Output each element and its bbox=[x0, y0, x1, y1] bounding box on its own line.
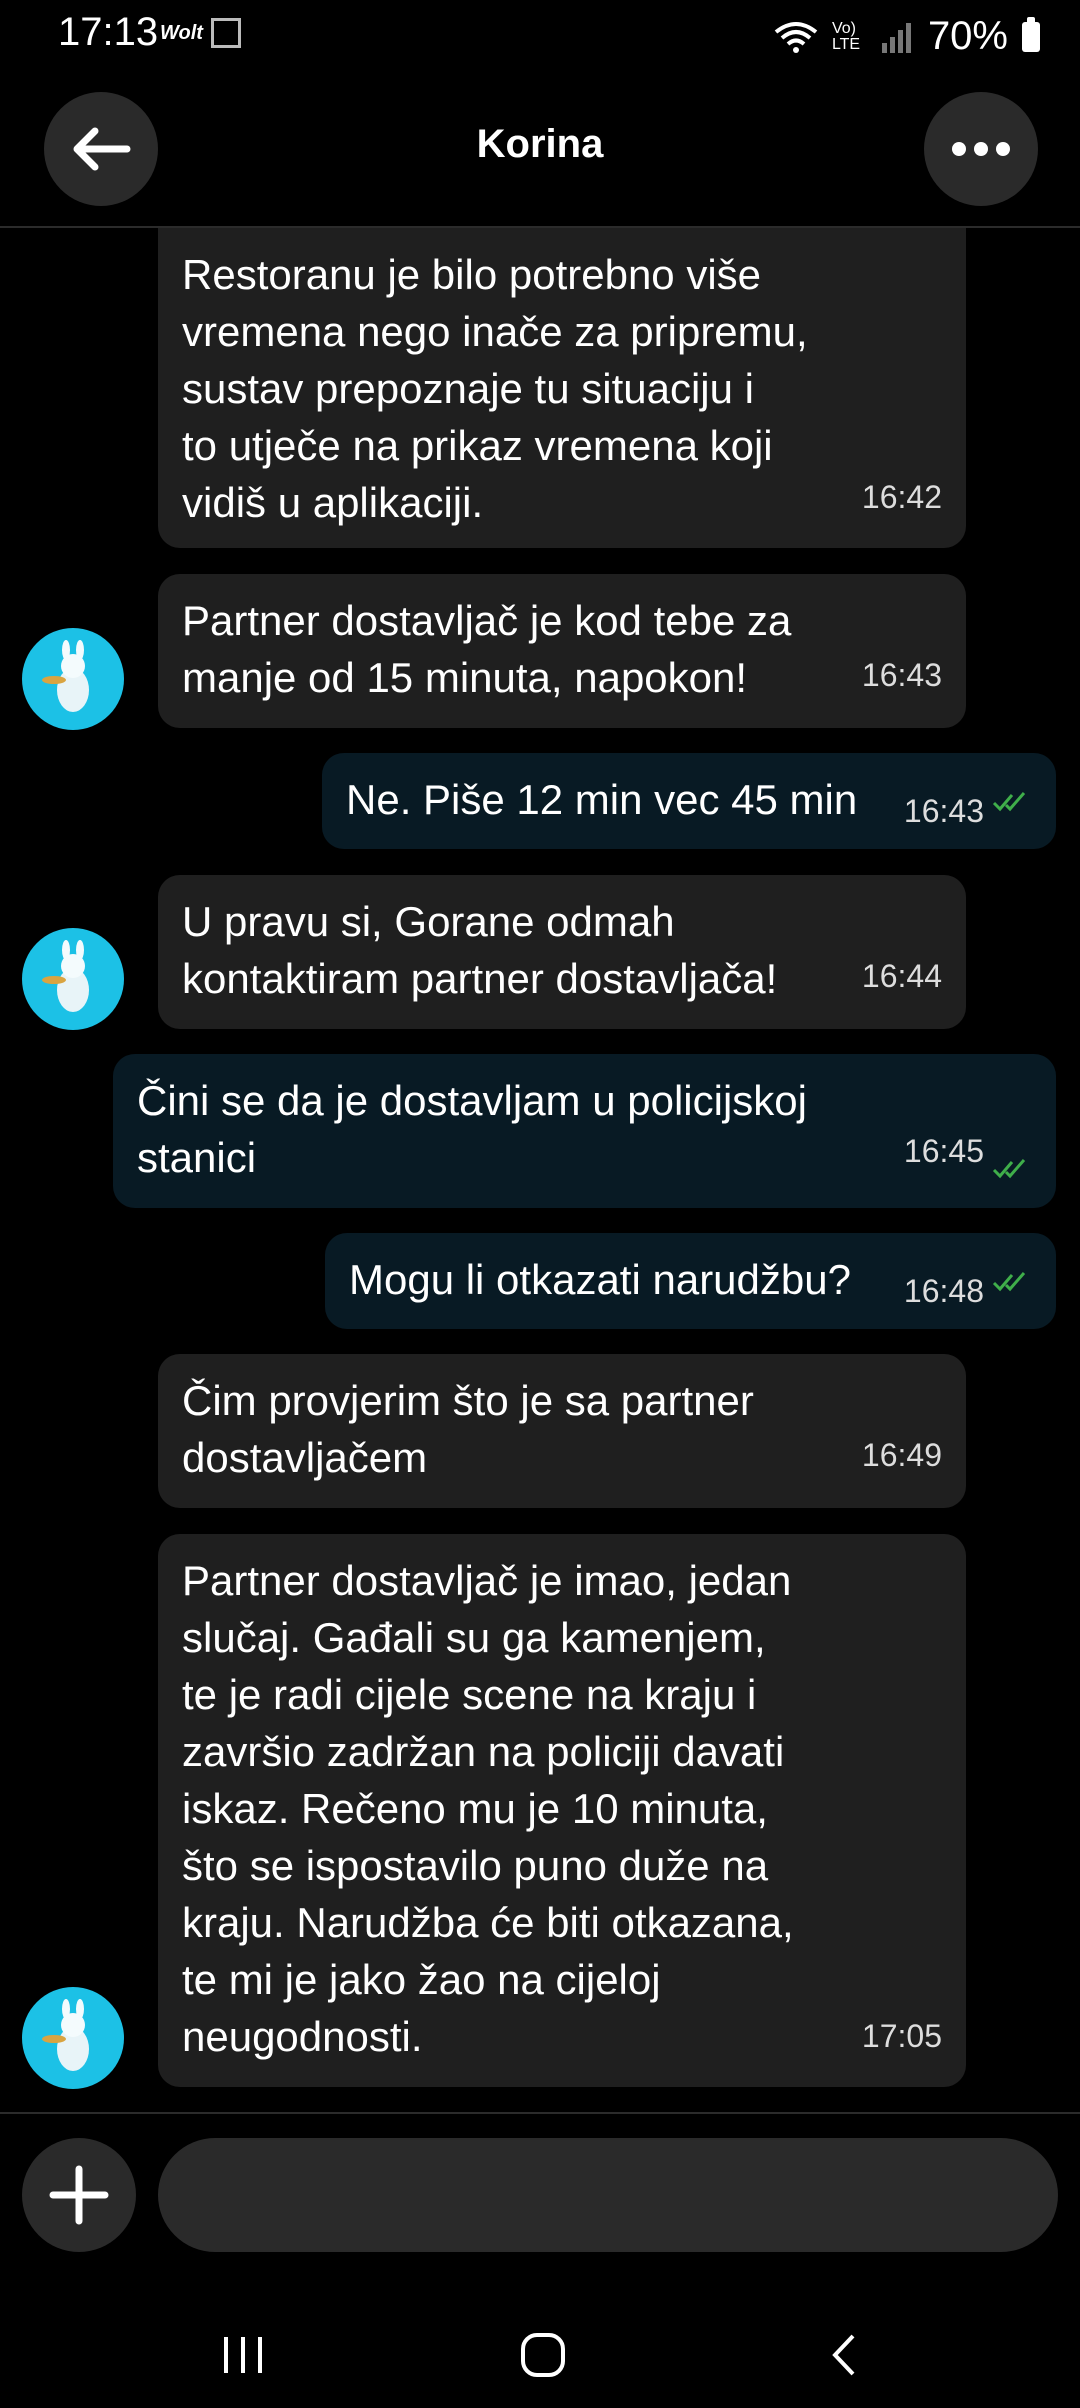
agent-avatar bbox=[22, 628, 124, 730]
message-outgoing[interactable]: Ne. Piše 12 min vec 45 min 16:43 bbox=[322, 753, 1056, 849]
chevron-left-icon bbox=[832, 2334, 855, 2376]
chat-header: Korina bbox=[0, 90, 1080, 220]
message-incoming[interactable]: U pravu si, Gorane odmah kontaktiram par… bbox=[158, 875, 966, 1029]
composer-divider bbox=[0, 2112, 1080, 2114]
agent-avatar bbox=[22, 1987, 124, 2089]
message-text: U pravu si, Gorane odmah kontaktiram par… bbox=[182, 898, 778, 1002]
message-time: 16:49 bbox=[861, 1437, 942, 1473]
system-navigation-bar bbox=[0, 2300, 1080, 2408]
message-incoming[interactable]: Restoranu je bilo potrebno više vremena … bbox=[158, 228, 966, 548]
message-incoming[interactable]: Čim provjerim što je sa partner dostavlj… bbox=[158, 1354, 966, 1508]
home-button[interactable] bbox=[498, 2320, 588, 2390]
message-input[interactable] bbox=[158, 2138, 1058, 2252]
recent-apps-button[interactable] bbox=[198, 2320, 288, 2390]
signal-icon bbox=[881, 22, 911, 53]
message-text: Čini se da je dostavljam u policijskoj s… bbox=[137, 1077, 807, 1181]
agent-avatar bbox=[22, 928, 124, 1030]
status-indicators: Vo) LTE 70% bbox=[774, 14, 1040, 59]
more-dots-icon bbox=[952, 142, 1010, 156]
wolt-mascot-icon bbox=[42, 1999, 89, 2071]
message-time: 17:05 bbox=[861, 2018, 942, 2054]
attach-button[interactable] bbox=[22, 2138, 136, 2252]
wolt-mascot-icon bbox=[42, 940, 89, 1012]
wolt-mascot-icon bbox=[42, 640, 89, 712]
message-incoming[interactable]: Partner dostavljač je imao, jedan slučaj… bbox=[158, 1534, 966, 2087]
recent-apps-icon bbox=[224, 2337, 262, 2373]
message-time: 16:45 bbox=[903, 1133, 984, 1169]
message-time: 16:42 bbox=[861, 479, 942, 515]
status-bar: 17:13 Wolt Vo) LTE 70% bbox=[0, 0, 1080, 70]
gallery-notification-icon bbox=[211, 18, 241, 48]
message-text: Čim provjerim što je sa partner dostavlj… bbox=[182, 1377, 754, 1481]
message-time: 16:43 bbox=[861, 657, 942, 693]
battery-percent: 70% bbox=[927, 14, 1008, 58]
battery-icon bbox=[1022, 16, 1040, 52]
more-options-button[interactable] bbox=[924, 92, 1038, 206]
message-incoming[interactable]: Partner dostavljač je kod tebe za manje … bbox=[158, 574, 966, 728]
message-outgoing[interactable]: Mogu li otkazati narudžbu? 16:48 bbox=[325, 1233, 1056, 1329]
message-time: 16:43 bbox=[903, 793, 984, 829]
message-text: Restoranu je bilo potrebno više vremena … bbox=[182, 251, 808, 526]
plus-icon bbox=[49, 2165, 109, 2225]
message-text: Partner dostavljač je kod tebe za manje … bbox=[182, 597, 792, 701]
system-back-button[interactable] bbox=[800, 2320, 890, 2390]
message-time: 16:44 bbox=[861, 958, 942, 994]
read-double-check-icon bbox=[992, 792, 1026, 812]
wolt-notification-icon: Wolt bbox=[160, 22, 203, 44]
read-double-check-icon bbox=[992, 1159, 1026, 1179]
home-icon bbox=[521, 2333, 565, 2377]
message-text: Partner dostavljač je imao, jedan slučaj… bbox=[182, 1557, 794, 2060]
read-double-check-icon bbox=[992, 1272, 1026, 1292]
message-outgoing[interactable]: Čini se da je dostavljam u policijskoj s… bbox=[113, 1054, 1056, 1208]
status-time: 17:13 bbox=[58, 10, 159, 54]
chat-title: Korina bbox=[476, 122, 604, 166]
wifi-icon bbox=[774, 21, 818, 53]
message-time: 16:48 bbox=[903, 1273, 984, 1309]
volte-icon: Vo) LTE bbox=[831, 19, 861, 53]
